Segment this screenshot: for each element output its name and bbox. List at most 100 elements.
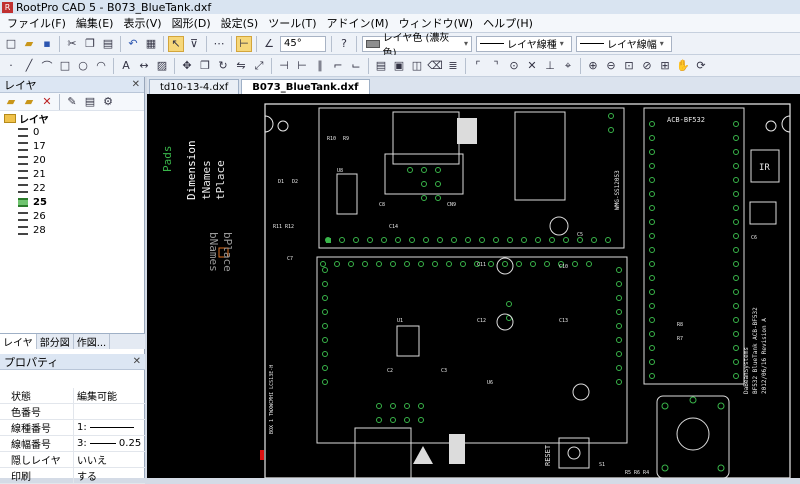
menu-view[interactable]: 表示(V): [118, 15, 166, 31]
tab-doc-bluetank[interactable]: B073_BlueTank.dxf: [241, 79, 370, 94]
copy-tool-icon[interactable]: ❐: [197, 58, 213, 74]
mirror-tool-icon[interactable]: ⇋: [233, 58, 249, 74]
new-file-icon[interactable]: □: [3, 36, 19, 52]
layer-item[interactable]: 0: [4, 125, 144, 139]
new-layer-icon[interactable]: ▰: [3, 94, 19, 110]
menu-shape[interactable]: 図形(D): [167, 15, 216, 31]
zoom-window-icon[interactable]: ⊡: [621, 58, 637, 74]
group-tool-icon[interactable]: ▣: [391, 58, 407, 74]
tab-partial-views[interactable]: 部分図: [37, 334, 74, 349]
redo-icon[interactable]: ▦: [143, 36, 159, 52]
line-tool-icon[interactable]: ╱: [21, 58, 37, 74]
snap-end-icon[interactable]: ⌜: [470, 58, 486, 74]
layer-item[interactable]: 22: [4, 181, 144, 195]
copy-icon[interactable]: ❐: [82, 36, 98, 52]
credit-label-3: 2012/06/16 Revision A: [761, 318, 768, 394]
grid-icon[interactable]: ⋯: [211, 36, 227, 52]
filter-icon[interactable]: ⊽: [186, 36, 202, 52]
zoom-all-icon[interactable]: ⊞: [657, 58, 673, 74]
save-icon[interactable]: ▪: [39, 36, 55, 52]
properties-title: プロパティ: [4, 355, 59, 369]
layer-root[interactable]: レイヤ: [4, 111, 144, 126]
snap-icon[interactable]: ⊢: [236, 35, 252, 52]
lineweight-number: 3:: [77, 438, 87, 449]
chamfer-tool-icon[interactable]: ⌙: [348, 58, 364, 74]
help-icon[interactable]: ?: [336, 36, 352, 52]
layer-item[interactable]: 17: [4, 139, 144, 153]
property-value[interactable]: 1:: [74, 422, 134, 433]
layer-item[interactable]: 21: [4, 167, 144, 181]
layer-item-active[interactable]: 25: [4, 195, 144, 209]
erase-tool-icon[interactable]: ⌫: [427, 58, 443, 74]
polyline-tool-icon[interactable]: ⌒: [39, 58, 55, 74]
arc-tool-icon[interactable]: ◠: [93, 58, 109, 74]
move-tool-icon[interactable]: ✥: [179, 58, 195, 74]
zoom-prev-icon[interactable]: ⊘: [639, 58, 655, 74]
zoom-in-icon[interactable]: ⊕: [585, 58, 601, 74]
property-row: 状態 編集可能: [0, 388, 145, 404]
trim-tool-icon[interactable]: ⊣: [276, 58, 292, 74]
open-folder-icon[interactable]: ▰: [21, 36, 37, 52]
scale-tool-icon[interactable]: ⤢: [251, 58, 267, 74]
circle-tool-icon[interactable]: ○: [75, 58, 91, 74]
menu-tools[interactable]: ツール(T): [263, 15, 321, 31]
edit-layer-icon[interactable]: ✎: [64, 94, 80, 110]
snap-cross-icon[interactable]: ✕: [524, 58, 540, 74]
close-icon[interactable]: ✕: [132, 79, 140, 90]
snap-perp-icon[interactable]: ⊥: [542, 58, 558, 74]
snap-center-icon[interactable]: ⊙: [506, 58, 522, 74]
window-title: RootPro CAD 5 - B073_BlueTank.dxf: [16, 0, 212, 14]
fillet-tool-icon[interactable]: ⌐: [330, 58, 346, 74]
credit-label-2: BF532 BlueTank ACB-BF532: [752, 307, 759, 394]
block-tool-icon[interactable]: ◫: [409, 58, 425, 74]
tab-drawing[interactable]: 作図...: [74, 334, 111, 349]
rotate-tool-icon[interactable]: ↻: [215, 58, 231, 74]
new-layer-folder-icon[interactable]: ▰: [21, 94, 37, 110]
extend-tool-icon[interactable]: ⊢: [294, 58, 310, 74]
text-tool-icon[interactable]: A: [118, 58, 134, 74]
rect-tool-icon[interactable]: □: [57, 58, 73, 74]
property-value[interactable]: する: [74, 468, 97, 483]
layer-lineweight-select[interactable]: レイヤ線幅 ▾: [576, 35, 672, 52]
zoom-out-icon[interactable]: ⊖: [603, 58, 619, 74]
menu-edit[interactable]: 編集(E): [71, 15, 119, 31]
dim-tool-icon[interactable]: ↔: [136, 58, 152, 74]
drawing-canvas[interactable]: Pads Dimension tNames tPlace bNames bPla…: [147, 94, 800, 478]
layer-color-select[interactable]: レイヤ色 (濃灰色) ▾: [362, 33, 472, 59]
hatch-tool-icon[interactable]: ▨: [154, 58, 170, 74]
layer-tool-icon[interactable]: ▤: [373, 58, 389, 74]
layer-item[interactable]: 28: [4, 223, 144, 237]
layer-item[interactable]: 26: [4, 209, 144, 223]
property-value[interactable]: 編集可能: [74, 388, 117, 403]
close-icon[interactable]: ✕: [133, 356, 141, 367]
point-tool-icon[interactable]: ·: [3, 58, 19, 74]
undo-icon[interactable]: ↶: [125, 36, 141, 52]
tab-doc-td10[interactable]: td10-13-4.dxf: [149, 79, 240, 94]
layer-linetype-select[interactable]: レイヤ線種 ▾: [476, 35, 572, 52]
redraw-icon[interactable]: ⟳: [693, 58, 709, 74]
layer-item[interactable]: 20: [4, 153, 144, 167]
property-tool-icon[interactable]: ≣: [445, 58, 461, 74]
angle-icon[interactable]: ∠: [261, 36, 277, 52]
paste-icon[interactable]: ▤: [100, 36, 116, 52]
properties-table: 状態 編集可能 色番号 線種番号 1: 線幅番号 3: 0.25 隠しレイヤ いいえ 印…: [0, 388, 145, 484]
tab-layers[interactable]: レイヤ: [0, 334, 37, 349]
select-tool-icon[interactable]: ↖: [168, 35, 184, 52]
angle-input[interactable]: 45°: [280, 35, 326, 52]
snap-mid-icon[interactable]: ⌝: [488, 58, 504, 74]
linetype-preview-icon: [89, 427, 134, 428]
layer-label-tnames: tNames: [200, 160, 213, 200]
menu-help[interactable]: ヘルプ(H): [478, 15, 538, 31]
layer-props-icon[interactable]: ▤: [82, 94, 98, 110]
menu-settings[interactable]: 設定(S): [216, 15, 264, 31]
property-value[interactable]: 3: 0.25: [74, 438, 141, 449]
delete-layer-icon[interactable]: ✕: [39, 94, 55, 110]
cut-icon[interactable]: ✂: [64, 36, 80, 52]
layer-settings-icon[interactable]: ⚙: [100, 94, 116, 110]
offset-tool-icon[interactable]: ∥: [312, 58, 328, 74]
ref-r10: R10: [327, 136, 336, 142]
property-value[interactable]: いいえ: [74, 452, 107, 467]
snap-near-icon[interactable]: ⌖: [560, 58, 576, 74]
menu-file[interactable]: ファイル(F): [2, 15, 71, 31]
pan-icon[interactable]: ✋: [675, 58, 691, 74]
